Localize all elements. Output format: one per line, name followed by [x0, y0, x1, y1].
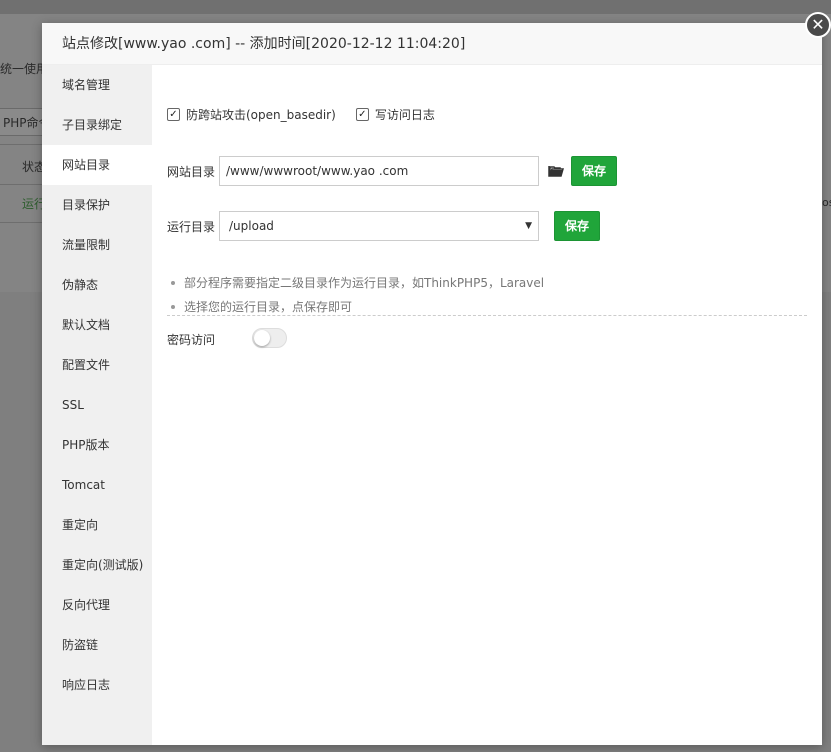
sidebar-item-tomcat[interactable]: Tomcat	[42, 465, 152, 505]
site-dir-label: 网站目录	[167, 165, 216, 179]
background-divider	[0, 222, 42, 223]
access-log-checkbox[interactable]: ✓ 写访问日志	[355, 106, 435, 123]
run-dir-save-button[interactable]: 保存	[554, 211, 600, 241]
password-access-toggle[interactable]	[252, 328, 287, 348]
run-dir-value: /upload	[229, 219, 274, 233]
checkbox-row: ✓ 防跨站攻击(open_basedir) ✓ 写访问日志	[167, 106, 455, 123]
site-dir-save-button[interactable]: 保存	[571, 156, 617, 186]
dropdown-arrow-icon: ▼	[525, 221, 532, 231]
tip-item: 部分程序需要指定二级目录作为运行目录，如ThinkPHP5，Laravel	[167, 271, 544, 295]
run-dir-select[interactable]: /upload ▼	[219, 211, 539, 241]
sidebar-item-config-file[interactable]: 配置文件	[42, 345, 152, 385]
checkmark-icon: ✓	[355, 108, 369, 121]
access-log-label: 写访问日志	[374, 108, 435, 122]
sidebar-item-redirect[interactable]: 重定向	[42, 505, 152, 545]
sidebar-item-redirect-beta[interactable]: 重定向(测试版)	[42, 545, 152, 585]
sidebar-item-subdir-binding[interactable]: 子目录绑定	[42, 105, 152, 145]
sidebar-item-response-log[interactable]: 响应日志	[42, 665, 152, 705]
open-basedir-checkbox[interactable]: ✓ 防跨站攻击(open_basedir)	[167, 106, 336, 123]
site-dir-input[interactable]: /www/wwwroot/www.yao .com	[219, 156, 539, 186]
password-access-label: 密码访问	[167, 333, 216, 347]
sidebar-item-rewrite[interactable]: 伪静态	[42, 265, 152, 305]
sidebar: 域名管理 子目录绑定 网站目录 目录保护 流量限制 伪静态 默认文档 配置文件 …	[42, 65, 152, 745]
sidebar-item-dir-protection[interactable]: 目录保护	[42, 185, 152, 225]
background-divider	[0, 144, 42, 145]
folder-open-icon[interactable]	[548, 164, 564, 180]
background-divider	[0, 184, 42, 185]
sidebar-item-traffic-limit[interactable]: 流量限制	[42, 225, 152, 265]
dialog-title: 站点修改[www.yao .com] -- 添加时间[2020-12-12 11…	[42, 23, 822, 65]
toggle-knob	[254, 330, 270, 346]
sidebar-item-reverse-proxy[interactable]: 反向代理	[42, 585, 152, 625]
run-dir-label: 运行目录	[167, 220, 216, 234]
background-text-right: os	[822, 196, 831, 209]
sidebar-item-default-doc[interactable]: 默认文档	[42, 305, 152, 345]
sidebar-item-hotlink-protection[interactable]: 防盗链	[42, 625, 152, 665]
divider	[167, 315, 807, 316]
sidebar-item-php-version[interactable]: PHP版本	[42, 425, 152, 465]
main-panel: ✓ 防跨站攻击(open_basedir) ✓ 写访问日志 网站目录 /www/…	[152, 65, 822, 745]
sidebar-item-domain[interactable]: 域名管理	[42, 65, 152, 105]
open-basedir-label: 防跨站攻击(open_basedir)	[186, 108, 336, 122]
sidebar-item-site-directory[interactable]: 网站目录	[42, 145, 152, 185]
site-edit-dialog: 站点修改[www.yao .com] -- 添加时间[2020-12-12 11…	[42, 23, 822, 745]
background-topbar	[0, 0, 831, 14]
tips-list: 部分程序需要指定二级目录作为运行目录，如ThinkPHP5，Laravel 选择…	[167, 271, 544, 319]
background-text-unify: 统一使用	[0, 62, 49, 76]
sidebar-item-ssl[interactable]: SSL	[42, 385, 152, 425]
checkmark-icon: ✓	[167, 108, 180, 121]
close-icon[interactable]: ✕	[805, 12, 831, 38]
